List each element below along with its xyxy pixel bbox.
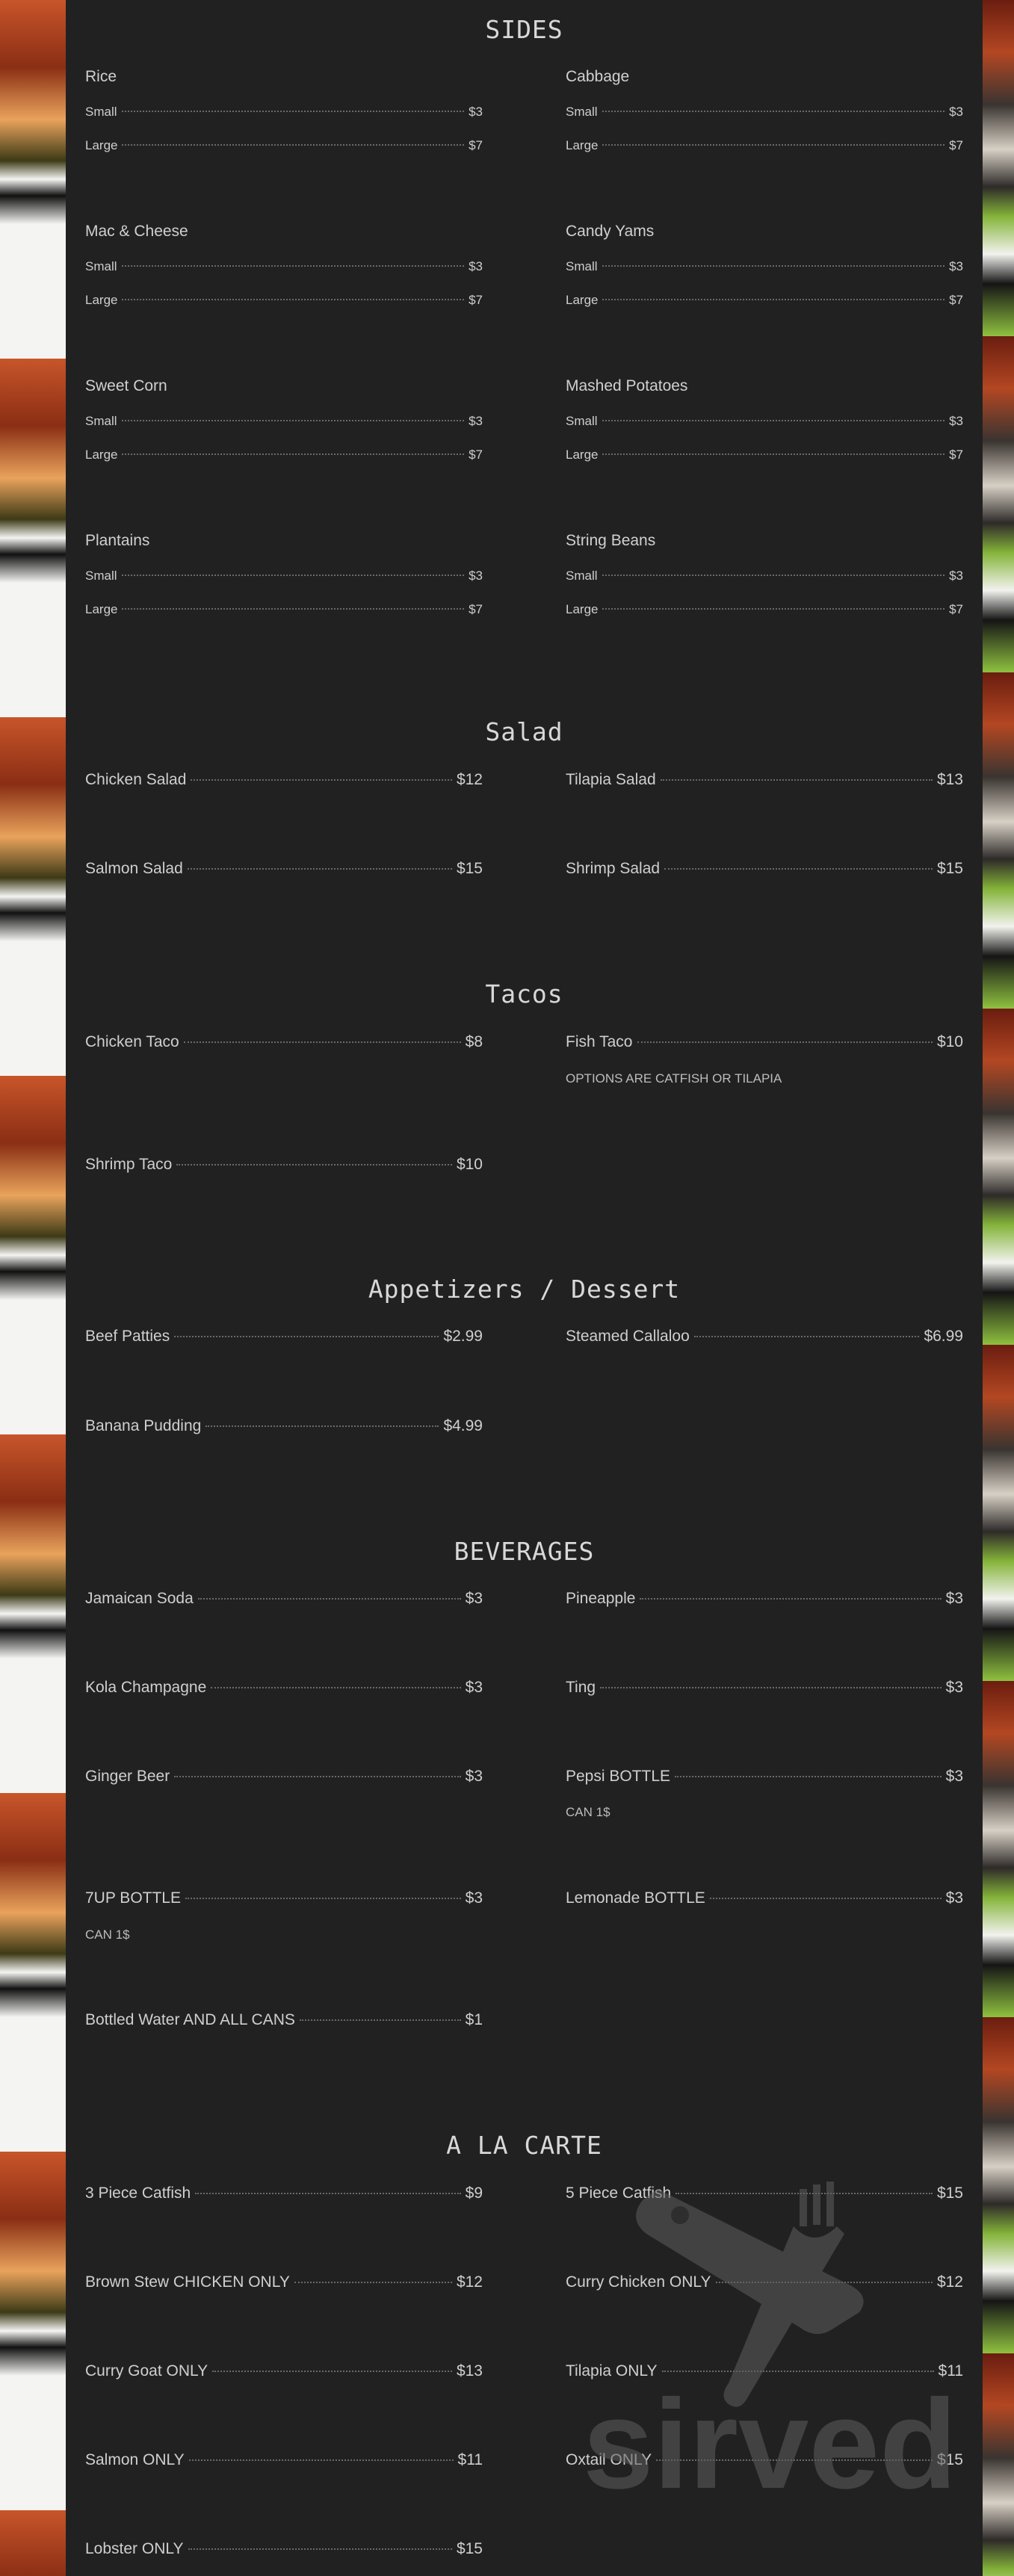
item-name: Mac & Cheese [85,223,188,240]
price-row-small: Small $3 [566,414,963,428]
price-row-small: Small $3 [85,105,483,119]
menu-item: Jamaican Soda $3 [85,1590,483,1607]
menu-item: Pepsi BOTTLE $3 [566,1768,963,1785]
menu-item: Ginger Beer $3 [85,1768,483,1785]
price-row-small: Small $3 [85,259,483,273]
item-name: Cabbage [566,68,630,85]
menu-item: Shrimp Taco $10 [85,1156,483,1173]
menu-item: 3 Piece Catfish $9 [85,2185,483,2202]
section-title-sides: SIDES [485,15,563,44]
price-row-large: Large $7 [566,448,963,462]
price-row-large: Large $7 [85,293,483,307]
item-name: String Beans [566,532,656,549]
menu-item: Brown Stew CHICKEN ONLY $12 [85,2273,483,2291]
menu-item: Chicken Taco $8 [85,1033,483,1050]
item-note: CAN 1$ [85,1928,130,1942]
menu-item: Curry Goat ONLY $13 [85,2362,483,2380]
food-photo-strip-left [0,0,66,2576]
menu-item: Kola Champagne $3 [85,1679,483,1696]
item-name: Candy Yams [566,223,655,240]
item-note: CAN 1$ [566,1805,610,1819]
menu-item: Bottled Water AND ALL CANS $1 [85,2011,483,2028]
menu-item: Fish Taco $10 [566,1033,963,1050]
sirved-brand: sirved [583,2374,957,2503]
price-row-small: Small $3 [85,414,483,428]
price-row-large: Large $7 [566,138,963,152]
section-title-appetizers: Appetizers / Dessert [368,1275,681,1304]
menu-item: Steamed Callaloo $6.99 [566,1328,963,1345]
section-title-salad: Salad [485,717,563,746]
item-note: OPTIONS ARE CATFISH OR TILAPIA [566,1071,782,1086]
menu-item: Pineapple $3 [566,1590,963,1607]
price-row-small: Small $3 [566,569,963,583]
menu-item: Beef Patties $2.99 [85,1328,483,1345]
sirved-watermark: sirved [583,2182,957,2503]
price-row-large: Large $7 [85,602,483,616]
menu-item: Banana Pudding $4.99 [85,1417,483,1434]
price-row-small: Small $3 [566,105,963,119]
menu-item: Salmon Salad $15 [85,860,483,877]
section-title-a-la-carte: A LA CARTE [446,2131,602,2160]
price-row-large: Large $7 [566,602,963,616]
menu-item: Lobster ONLY $15 [85,2540,483,2557]
item-name: Plantains [85,532,150,549]
item-name: Sweet Corn [85,377,167,394]
menu-item: Ting $3 [566,1679,963,1696]
price-row-large: Large $7 [85,138,483,152]
price-row-small: Small $3 [566,259,963,273]
price-row-small: Small $3 [85,569,483,583]
menu-item: 7UP BOTTLE $3 [85,1889,483,1907]
menu-item: Shrimp Salad $15 [566,860,963,877]
section-title-beverages: BEVERAGES [454,1537,595,1566]
menu-item: Tilapia Salad $13 [566,771,963,788]
price-row-large: Large $7 [85,448,483,462]
item-name: Rice [85,68,117,85]
menu-item: Salmon ONLY $11 [85,2451,483,2468]
section-title-tacos: Tacos [485,979,563,1009]
item-name: Mashed Potatoes [566,377,688,394]
menu-item: Chicken Salad $12 [85,771,483,788]
price-row-large: Large $7 [566,293,963,307]
food-photo-strip-right [983,0,1014,2576]
menu-item: Lemonade BOTTLE $3 [566,1889,963,1907]
